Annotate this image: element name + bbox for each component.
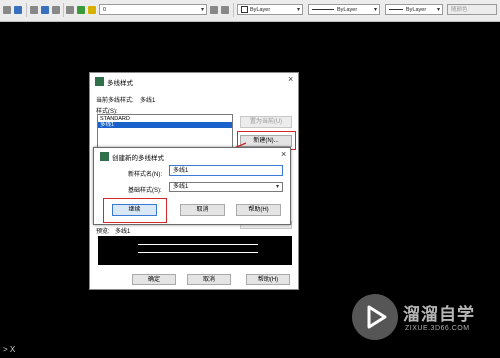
current-style-value: 多线1 (140, 98, 156, 104)
command-prompt[interactable]: > X (3, 345, 15, 354)
toolbar: 0 ▾ ByLayer ▾ ByLayer ▾ ByLayer ▾ 随颜色 (0, 0, 500, 22)
layer-isolate-icon[interactable] (52, 6, 60, 14)
lineweight-select[interactable]: ByLayer ▾ (385, 4, 443, 15)
toolbar-separator (26, 3, 27, 17)
plotstyle-select[interactable]: 随颜色 (447, 4, 497, 15)
make-current-layer-icon[interactable] (210, 6, 218, 14)
layer-select[interactable]: 0 ▾ (99, 4, 207, 15)
chevron-down-icon: ▾ (296, 7, 300, 13)
help-button[interactable]: 帮助(H) (236, 204, 281, 216)
preview-label: 预览: (96, 229, 110, 235)
new-name-label: 新样式名(N): (128, 172, 162, 178)
preview-panel (98, 236, 292, 265)
new-name-input[interactable]: 多线1 (169, 165, 283, 176)
color-swatch (241, 6, 248, 14)
play-icon (367, 305, 387, 329)
app-icon (95, 77, 104, 86)
preview-line-top (138, 244, 258, 245)
layer-on-icon[interactable] (77, 6, 85, 14)
chevron-down-icon: ▾ (436, 7, 440, 13)
color-select[interactable]: ByLayer ▾ (237, 4, 303, 15)
chevron-down-icon: ▾ (373, 7, 377, 13)
light-bulb-icon[interactable] (88, 6, 96, 14)
watermark-url: ZIXUE.3D66.COM (405, 325, 470, 332)
dialog-title: 多线样式 (107, 80, 133, 87)
base-style-select[interactable]: 多线1 ▾ (169, 182, 283, 192)
cancel-button[interactable]: 取消 (187, 274, 231, 285)
help-button[interactable]: 帮助(H) (246, 274, 290, 285)
create-new-style-dialog: 创建新的多线样式 × 新样式名(N): 多线1 基础样式(S): 多线1 ▾ 继续… (93, 147, 291, 225)
dialog-title: 创建新的多线样式 (112, 155, 164, 162)
preview-value: 多线1 (115, 229, 131, 235)
list-item-selected[interactable]: 多线1 (98, 122, 232, 128)
close-icon[interactable]: × (288, 74, 293, 84)
lineweight-preview (389, 9, 403, 11)
current-style-label: 当前多线样式: (96, 98, 134, 104)
layer-properties-icon[interactable] (14, 6, 22, 14)
layer-previous-icon[interactable] (221, 6, 229, 14)
undo-icon[interactable] (3, 6, 11, 14)
ok-button[interactable]: 确定 (132, 274, 176, 285)
continue-button-highlight (103, 198, 167, 223)
set-current-button[interactable]: 置为当前(U) (240, 116, 292, 128)
preview-line-bottom (138, 252, 258, 253)
toolbar-separator (63, 3, 64, 17)
watermark-logo (352, 294, 398, 340)
linetype-preview (312, 9, 334, 11)
watermark-brand: 溜溜自学 (403, 305, 475, 324)
toolbar-separator (233, 3, 234, 17)
chevron-down-icon: ▾ (275, 184, 279, 190)
chevron-down-icon: ▾ (200, 7, 204, 13)
linetype-select[interactable]: ByLayer ▾ (308, 4, 380, 15)
match-layer-icon[interactable] (66, 6, 74, 14)
cancel-button[interactable]: 取消 (180, 204, 225, 216)
base-style-label: 基础样式(S): (128, 188, 162, 194)
close-icon[interactable]: × (281, 149, 286, 159)
app-icon (100, 152, 109, 161)
layer-walk-icon[interactable] (41, 6, 49, 14)
layer-state-icon[interactable] (30, 6, 38, 14)
